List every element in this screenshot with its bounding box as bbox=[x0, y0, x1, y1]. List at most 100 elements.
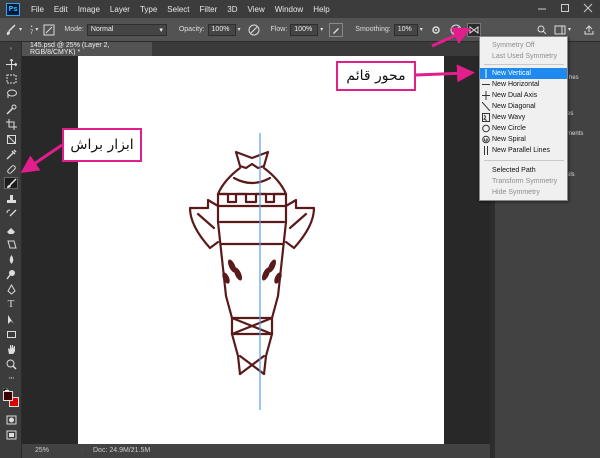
menu-item-new-circle[interactable]: New Circle bbox=[480, 123, 567, 134]
menu-item-new-horizontal[interactable]: New Horizontal bbox=[480, 79, 567, 90]
annotation-symmetry-axis: محور قائم bbox=[336, 61, 416, 91]
brush-preset-icon[interactable] bbox=[4, 23, 18, 37]
menu-item-new-dual-axis[interactable]: New Dual Axis bbox=[480, 90, 567, 101]
clone-stamp-tool-icon[interactable] bbox=[4, 193, 18, 205]
menu-item-label: Symmetry Off bbox=[492, 42, 535, 49]
document-canvas[interactable] bbox=[78, 56, 444, 444]
foreground-color-swatch[interactable] bbox=[3, 391, 13, 401]
panel-label-channels[interactable]: els bbox=[567, 172, 575, 178]
eraser-tool-icon[interactable] bbox=[4, 223, 18, 235]
brush-size-picker[interactable]: • 7 bbox=[30, 24, 33, 36]
menu-file[interactable]: File bbox=[26, 5, 49, 14]
marquee-tool-icon[interactable] bbox=[4, 73, 18, 85]
smoothing-options-gear-icon[interactable] bbox=[429, 23, 443, 37]
close-icon[interactable] bbox=[583, 3, 593, 13]
quick-mask-icon[interactable] bbox=[4, 414, 18, 426]
search-icon[interactable] bbox=[535, 23, 549, 37]
maximize-icon[interactable] bbox=[560, 3, 570, 13]
parallel-lines-icon bbox=[484, 146, 488, 155]
horizontal-axis-icon bbox=[482, 84, 490, 85]
menu-item-hide-symmetry: Hide Symmetry bbox=[480, 187, 567, 198]
quick-selection-tool-icon[interactable] bbox=[4, 103, 18, 115]
minimize-icon[interactable] bbox=[537, 3, 547, 13]
blur-tool-icon[interactable] bbox=[4, 253, 18, 265]
lasso-tool-icon[interactable] bbox=[4, 88, 18, 100]
brush-tool-icon[interactable] bbox=[4, 177, 18, 189]
dual-axis-icon bbox=[482, 91, 490, 100]
zoom-tool-icon[interactable] bbox=[4, 358, 18, 370]
menu-item-transform-symmetry: Transform Symmetry bbox=[480, 176, 567, 187]
move-tool-icon[interactable] bbox=[4, 58, 18, 70]
opacity-value: 100% bbox=[211, 26, 230, 33]
eyedropper-tool-icon[interactable] bbox=[4, 148, 18, 160]
mode-select[interactable]: Normal ▾ bbox=[86, 23, 167, 36]
menu-item-label: Last Used Symmetry bbox=[492, 53, 557, 60]
rectangle-tool-icon[interactable] bbox=[4, 328, 18, 340]
menu-bar: Ps File Edit Image Layer Type Select Filter 3D V… bbox=[0, 0, 600, 18]
brush-settings-icon[interactable] bbox=[42, 23, 56, 37]
flow-label: Flow: bbox=[270, 26, 288, 33]
type-tool-icon[interactable]: T bbox=[4, 298, 18, 310]
menu-item-label: Transform Symmetry bbox=[492, 178, 558, 185]
menu-edit[interactable]: Edit bbox=[49, 5, 73, 14]
menu-item-new-vertical[interactable]: New Vertical bbox=[480, 68, 567, 79]
toolbar-collapse-icon[interactable]: » bbox=[4, 46, 18, 52]
menu-item-label: New Circle bbox=[492, 125, 526, 132]
menu-select[interactable]: Select bbox=[162, 5, 194, 14]
pressure-opacity-icon[interactable] bbox=[247, 23, 261, 37]
menu-view[interactable]: View bbox=[243, 5, 270, 14]
share-icon[interactable] bbox=[582, 23, 596, 37]
airbrush-icon[interactable] bbox=[329, 22, 344, 37]
mode-label: Mode: bbox=[64, 26, 84, 33]
menu-item-last-used-symmetry: Last Used Symmetry bbox=[480, 51, 567, 62]
photoshop-logo: Ps bbox=[6, 2, 20, 16]
menu-help[interactable]: Help bbox=[308, 5, 334, 14]
menu-item-label: New Parallel Lines bbox=[492, 147, 550, 154]
menu-item-label: New Wavy bbox=[492, 114, 526, 121]
pressure-size-icon[interactable] bbox=[449, 23, 463, 37]
menu-item-symmetry-off: Symmetry Off bbox=[480, 40, 567, 51]
menu-item-new-parallel-lines[interactable]: New Parallel Lines bbox=[480, 145, 567, 156]
menu-type[interactable]: Type bbox=[135, 5, 162, 14]
menu-3d[interactable]: 3D bbox=[222, 5, 242, 14]
menu-item-label: Selected Path bbox=[492, 167, 536, 174]
healing-brush-tool-icon[interactable] bbox=[4, 163, 18, 175]
frame-tool-icon[interactable] bbox=[4, 133, 18, 145]
pen-tool-icon[interactable] bbox=[4, 283, 18, 295]
vertical-axis-icon bbox=[485, 69, 487, 78]
document-info: Doc: 24.9M/21.5M bbox=[93, 447, 151, 454]
menu-item-selected-path[interactable]: Selected Path bbox=[480, 165, 567, 176]
flow-field[interactable]: 100% bbox=[290, 23, 319, 36]
crop-tool-icon[interactable] bbox=[4, 118, 18, 130]
zoom-level[interactable]: 25% bbox=[35, 447, 49, 454]
menu-filter[interactable]: Filter bbox=[195, 5, 223, 14]
dodge-tool-icon[interactable] bbox=[4, 268, 18, 280]
history-brush-tool-icon[interactable] bbox=[4, 208, 18, 220]
menu-image[interactable]: Image bbox=[73, 5, 105, 14]
hand-tool-icon[interactable] bbox=[4, 343, 18, 355]
annotation-brush-tool: ابزار براش bbox=[62, 128, 142, 162]
symmetry-butterfly-icon[interactable] bbox=[466, 22, 481, 37]
workspace-icon[interactable] bbox=[553, 23, 567, 37]
opacity-label: Opacity: bbox=[178, 26, 205, 33]
gradient-tool-icon[interactable] bbox=[4, 238, 18, 250]
circle-icon bbox=[482, 124, 490, 133]
status-arrow-icon[interactable]: › bbox=[132, 447, 134, 453]
opacity-field[interactable]: 100% bbox=[207, 23, 236, 36]
symmetry-options-menu: Symmetry Off Last Used Symmetry New Vert… bbox=[479, 36, 568, 201]
menu-separator bbox=[484, 64, 564, 65]
diagonal-icon bbox=[482, 102, 490, 111]
menu-window[interactable]: Window bbox=[270, 5, 308, 14]
path-selection-tool-icon[interactable] bbox=[4, 313, 18, 325]
menu-item-new-wavy[interactable]: New Wavy bbox=[480, 112, 567, 123]
more-tools-icon[interactable]: ··· bbox=[4, 373, 18, 385]
document-tab[interactable]: 145.psd @ 25% (Layer 2, RGB/8/CMYK) * bbox=[22, 42, 152, 56]
menu-item-new-diagonal[interactable]: New Diagonal bbox=[480, 101, 567, 112]
menu-item-label: New Dual Axis bbox=[492, 92, 538, 99]
menu-item-new-spiral[interactable]: New Spiral bbox=[480, 134, 567, 145]
panel-label-adjustments[interactable]: ments bbox=[567, 131, 583, 137]
menu-layer[interactable]: Layer bbox=[105, 5, 135, 14]
smoothing-field[interactable]: 10% bbox=[393, 23, 418, 36]
panel-label-swatches[interactable]: hes bbox=[569, 75, 579, 81]
screen-mode-icon[interactable] bbox=[4, 429, 18, 441]
